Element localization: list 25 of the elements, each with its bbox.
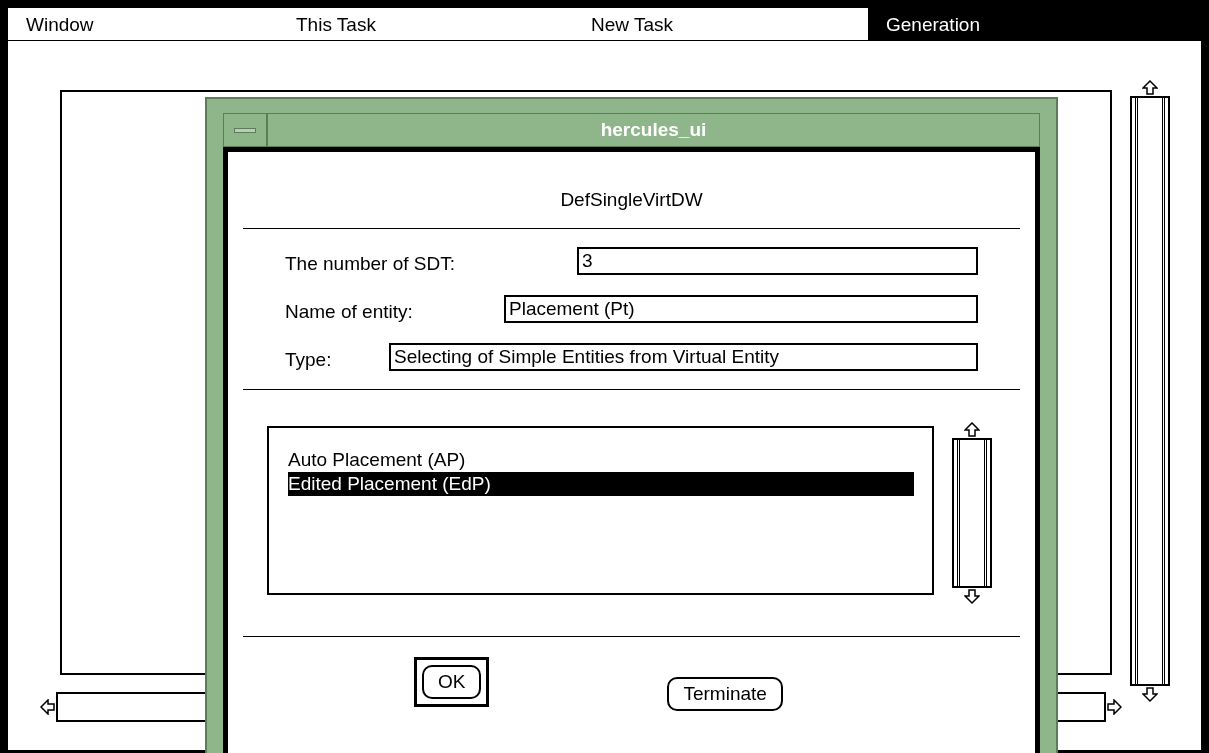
window-title: hercules_ui: [599, 118, 708, 142]
scroll-up-arrow-icon[interactable]: [1142, 80, 1158, 96]
dialog-button[interactable]: OK: [422, 665, 482, 699]
menu-item[interactable]: Generation: [868, 8, 1201, 40]
list-item[interactable]: Auto Placement (AP): [288, 448, 914, 472]
scrollbar-track[interactable]: [1130, 96, 1170, 686]
text-field[interactable]: Selecting of Simple Entities from Virtual Entity: [389, 343, 978, 371]
dialog-heading: DefSingleVirtDW: [559, 188, 704, 212]
scroll-right-arrow-icon[interactable]: [1106, 699, 1122, 715]
menu-item[interactable]: Window: [8, 8, 278, 40]
scrollbar-track[interactable]: [952, 438, 992, 588]
menu-item[interactable]: This Task: [278, 8, 573, 40]
minus-icon: [234, 127, 256, 133]
field-label: The number of SDT:: [285, 251, 456, 276]
field-label: Name of entity:: [285, 299, 413, 324]
scroll-down-arrow-icon[interactable]: [964, 588, 980, 604]
scroll-left-arrow-icon[interactable]: [40, 699, 56, 715]
scroll-down-arrow-icon[interactable]: [1142, 686, 1158, 702]
field-label: Type:: [285, 347, 332, 372]
scroll-up-arrow-icon[interactable]: [964, 422, 980, 438]
text-field[interactable]: Placement (Pt): [504, 295, 978, 323]
menu-item[interactable]: New Task: [573, 8, 868, 40]
text-field[interactable]: 3: [577, 247, 978, 275]
dialog-button[interactable]: Terminate: [667, 677, 783, 711]
list-item[interactable]: Edited Placement (EdP): [288, 472, 914, 496]
